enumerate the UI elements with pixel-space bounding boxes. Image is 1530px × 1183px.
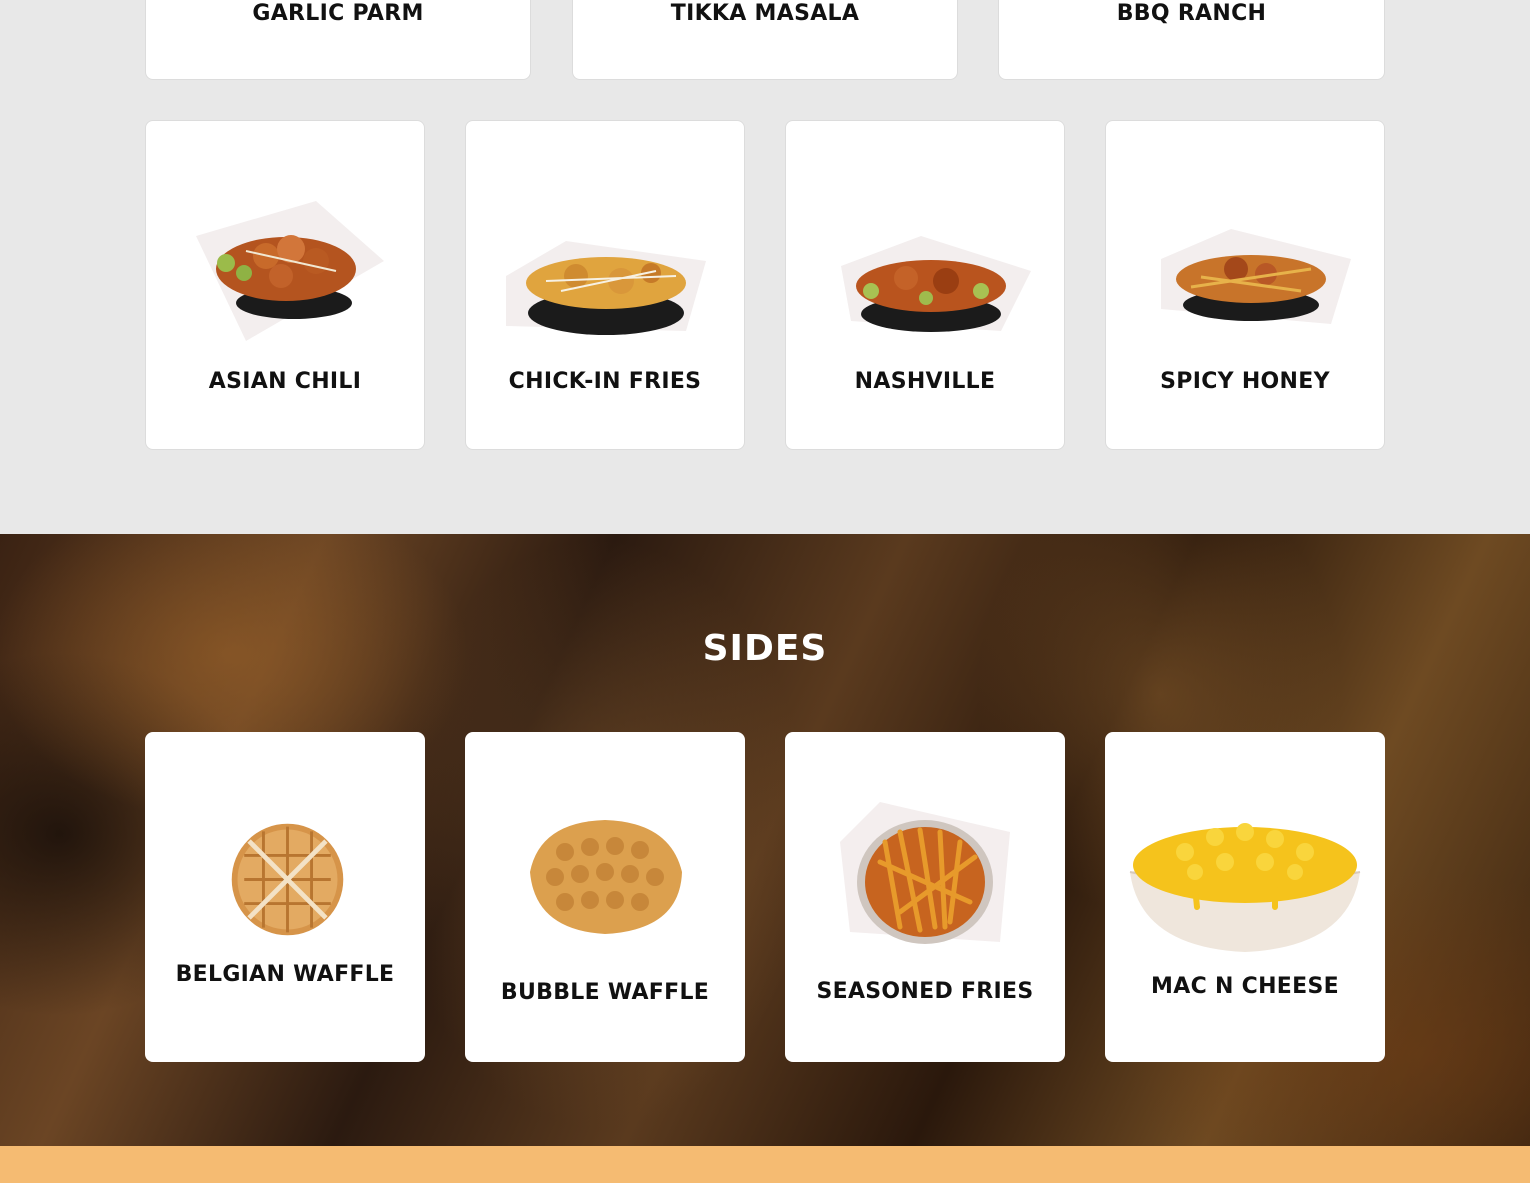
menu-card-seasoned-fries[interactable]: SEASONED FRIES bbox=[785, 732, 1065, 1062]
menu-card-title: SEASONED FRIES bbox=[816, 979, 1034, 1004]
sides-section: SIDES BELGIAN WAFFLE BUBBLE WAFFLE SEASO… bbox=[0, 534, 1530, 1146]
food-basket-image bbox=[841, 236, 1031, 332]
waffle-image bbox=[231, 823, 344, 936]
menu-card-tikka-masala[interactable]: TIKKA MASALA bbox=[572, 0, 958, 80]
section-heading: SIDES bbox=[702, 628, 828, 669]
waffle-image bbox=[530, 820, 682, 934]
menu-card-nashville[interactable]: NASHVILLE bbox=[785, 120, 1065, 450]
menu-card-title: TIKKA MASALA bbox=[670, 1, 860, 26]
menu-card-chick-in-fries[interactable]: CHICK-IN FRIES bbox=[465, 120, 745, 450]
menu-card-title: BELGIAN WAFFLE bbox=[175, 962, 395, 987]
menu-card-title: ASIAN CHILI bbox=[208, 369, 362, 394]
fries-basket-image bbox=[840, 802, 1010, 944]
menu-card-asian-chili[interactable]: ASIAN CHILI bbox=[145, 120, 425, 450]
menu-card-bubble-waffle[interactable]: BUBBLE WAFFLE bbox=[465, 732, 745, 1062]
menu-card-belgian-waffle[interactable]: BELGIAN WAFFLE bbox=[145, 732, 425, 1062]
menu-card-mac-n-cheese[interactable]: MAC N CHEESE bbox=[1105, 732, 1385, 1062]
menu-card-title: CHICK-IN FRIES bbox=[508, 369, 702, 394]
menu-card-spicy-honey[interactable]: SPICY HONEY bbox=[1105, 120, 1385, 450]
footer-band bbox=[0, 1146, 1530, 1183]
menu-card-title: BBQ RANCH bbox=[1116, 1, 1267, 26]
menu-card-garlic-parm[interactable]: GARLIC PARM bbox=[145, 0, 531, 80]
menu-card-title: BUBBLE WAFFLE bbox=[500, 980, 710, 1005]
menu-card-title: MAC N CHEESE bbox=[1151, 974, 1339, 999]
food-basket-image bbox=[1161, 229, 1351, 324]
menu-card-bbq-ranch[interactable]: BBQ RANCH bbox=[998, 0, 1385, 80]
mac-bowl-image bbox=[1129, 823, 1361, 952]
food-basket-image bbox=[196, 201, 384, 341]
menu-card-title: GARLIC PARM bbox=[252, 1, 424, 26]
food-basket-image bbox=[506, 241, 706, 335]
menu-card-title: SPICY HONEY bbox=[1160, 369, 1330, 394]
menu-card-title: NASHVILLE bbox=[854, 369, 996, 394]
